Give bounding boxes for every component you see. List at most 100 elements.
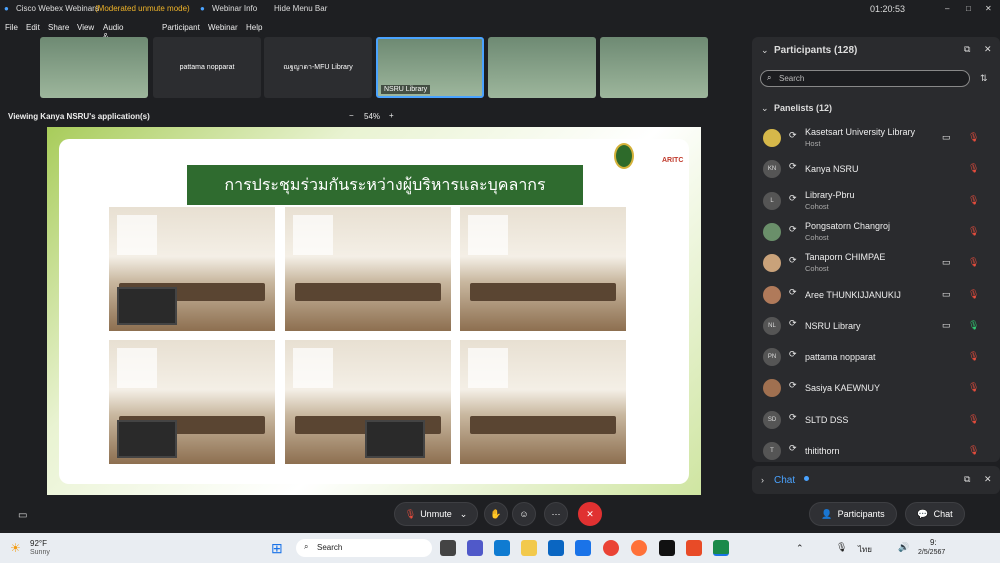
sync-icon: ⟳ <box>789 286 797 297</box>
mic-status-icon[interactable]: 🎙 <box>968 351 979 362</box>
close-icon[interactable]: ✕ <box>985 4 992 13</box>
file-explorer-icon[interactable] <box>521 540 537 556</box>
menu-help[interactable]: Help <box>246 23 262 32</box>
firefox-icon[interactable] <box>631 540 647 556</box>
sort-icon[interactable]: ⇅ <box>980 73 988 84</box>
chevron-right-icon[interactable]: › <box>761 475 764 485</box>
tiktok-icon[interactable] <box>659 540 675 556</box>
menu-view[interactable]: View <box>77 23 94 32</box>
volume-icon[interactable]: 🔊 <box>898 542 909 553</box>
close-icon[interactable]: ✕ <box>984 474 992 485</box>
menu-participant[interactable]: Participant <box>162 23 200 32</box>
minimize-icon[interactable]: – <box>945 4 949 13</box>
input-language[interactable]: ไทย <box>858 543 872 556</box>
webinar-info-button[interactable]: Webinar Info <box>212 4 257 13</box>
university-seal-icon <box>614 143 634 169</box>
unmute-button[interactable]: 🎙 Unmute ⌄ <box>394 502 478 526</box>
chevron-up-icon[interactable]: ⌃ <box>796 543 804 554</box>
chat-section[interactable]: › Chat ⧉ ✕ <box>752 466 1000 494</box>
mic-status-icon[interactable]: 🎙 <box>968 320 979 331</box>
camera-icon[interactable]: ▭ <box>942 132 951 143</box>
mic-status-icon[interactable]: 🎙 <box>968 226 979 237</box>
mic-status-icon[interactable]: 🎙 <box>968 163 979 174</box>
zoom-in-button[interactable]: + <box>389 111 394 120</box>
taskbar-search[interactable]: ⌕ Search <box>296 539 432 557</box>
participant-row[interactable]: KN ⟳ Kanya NSRU 🎙 <box>752 154 992 184</box>
menu-share[interactable]: Share <box>48 23 69 32</box>
participant-row[interactable]: T ⟳ thitithorn 🎙 <box>752 436 992 466</box>
mode-label: (Moderated unmute mode) <box>95 4 190 13</box>
search-input[interactable]: ⌕ Search <box>760 70 970 87</box>
participant-row[interactable]: SD ⟳ SLTD DSS 🎙 <box>752 405 992 435</box>
slide-title: การประชุมร่วมกันระหว่างผู้บริหารและบุคลา… <box>187 165 583 205</box>
caption-icon[interactable]: ▭ <box>18 510 27 521</box>
store-icon[interactable] <box>548 540 564 556</box>
mic-status-icon[interactable]: 🎙 <box>968 132 979 143</box>
mic-status-icon[interactable]: 🎙 <box>968 289 979 300</box>
taskbar-time: 9: <box>930 538 937 547</box>
participant-row[interactable]: ⟳ Pongsatorn Changroj Cohost 🎙 <box>752 217 992 247</box>
video-tile-6[interactable] <box>600 37 708 98</box>
popout-icon[interactable]: ⧉ <box>964 44 970 55</box>
menu-webinar[interactable]: Webinar <box>208 23 238 32</box>
mail-icon[interactable] <box>575 540 591 556</box>
mic-status-icon[interactable]: 🎙 <box>968 257 979 268</box>
participant-row[interactable]: ⟳ Tanaporn CHIMPAE Cohost 🎙 ▭ <box>752 248 992 278</box>
chevron-down-icon[interactable]: ⌄ <box>460 509 468 520</box>
participant-row[interactable]: NL ⟳ NSRU Library 🎙 ▭ <box>752 311 992 341</box>
more-options-button[interactable]: ⋯ <box>544 502 568 526</box>
participant-row[interactable]: ⟳ Kasetsart University Library Host 🎙 ▭ <box>752 123 992 153</box>
menu-file[interactable]: File <box>5 23 18 32</box>
participant-row[interactable]: ⟳ Sasiya KAEWNUY 🎙 <box>752 373 992 403</box>
participants-button[interactable]: 👤 Participants <box>809 502 897 526</box>
chevron-down-icon[interactable]: ⌄ <box>761 103 769 114</box>
menu-edit[interactable]: Edit <box>26 23 40 32</box>
participant-name: Pongsatorn Changroj <box>805 220 891 231</box>
task-view-icon[interactable] <box>440 540 456 556</box>
mic-status-icon[interactable]: 🎙 <box>968 445 979 456</box>
chat-button[interactable]: 💬 Chat <box>905 502 965 526</box>
teams-icon[interactable] <box>467 540 483 556</box>
camera-icon[interactable]: ▭ <box>942 289 951 300</box>
mic-status-icon[interactable]: 🎙 <box>968 414 979 425</box>
mic-icon[interactable]: 🎙 <box>836 542 847 553</box>
weather-icon[interactable]: ☀ <box>10 541 21 555</box>
close-panel-icon[interactable]: ✕ <box>984 44 992 55</box>
leave-button[interactable]: ✕ <box>578 502 602 526</box>
participant-name: NSRU Library <box>805 320 861 331</box>
webex-taskbar-icon[interactable] <box>713 540 729 556</box>
reactions-button[interactable]: ☺ <box>512 502 536 526</box>
maximize-icon[interactable]: □ <box>966 4 971 13</box>
participants-label: Participants <box>837 509 885 519</box>
video-tile-room[interactable] <box>488 37 596 98</box>
video-tile-pattama[interactable]: pattama nopparat <box>153 37 261 98</box>
office-icon[interactable] <box>686 540 702 556</box>
sync-icon: ⟳ <box>789 443 797 453</box>
chrome-icon[interactable] <box>603 540 619 556</box>
popout-icon[interactable]: ⧉ <box>964 474 970 485</box>
video-tile-nsru[interactable]: NSRU Library <box>376 37 484 98</box>
hide-menu-button[interactable]: Hide Menu Bar <box>274 4 327 13</box>
weather-condition: Sunny <box>30 549 50 556</box>
zoom-out-button[interactable]: − <box>349 111 354 120</box>
camera-icon[interactable]: ▭ <box>942 320 951 331</box>
sync-icon: ⟳ <box>789 161 797 172</box>
mic-status-icon[interactable]: 🎙 <box>968 195 979 206</box>
mic-status-icon[interactable]: 🎙 <box>968 382 979 393</box>
windows-start-icon[interactable]: ⊞ <box>271 540 287 556</box>
slide-logo-text: ARITC <box>662 157 684 164</box>
participant-row[interactable]: ⟳ Aree THUNKIJJANUKIJ 🎙 ▭ <box>752 280 992 310</box>
participant-row[interactable]: PN ⟳ pattama nopparat 🎙 <box>752 342 992 372</box>
info-icon[interactable]: ● <box>200 4 205 13</box>
participant-row[interactable]: L ⟳ Library-Pbru Cohost 🎙 <box>752 186 992 216</box>
avatar: SD <box>763 410 781 429</box>
video-tile-mfu[interactable]: ณฐญาดา-MFU Library <box>264 37 372 98</box>
edge-icon[interactable] <box>494 540 510 556</box>
avatar: NL <box>763 316 781 335</box>
chevron-down-icon[interactable]: ⌄ <box>761 45 769 56</box>
chat-label[interactable]: Chat <box>774 475 795 486</box>
taskbar-date: 2/5/2567 <box>918 549 946 556</box>
camera-icon[interactable]: ▭ <box>942 257 951 268</box>
raise-hand-button[interactable]: ✋ <box>484 502 508 526</box>
video-tile-1[interactable] <box>40 37 148 98</box>
